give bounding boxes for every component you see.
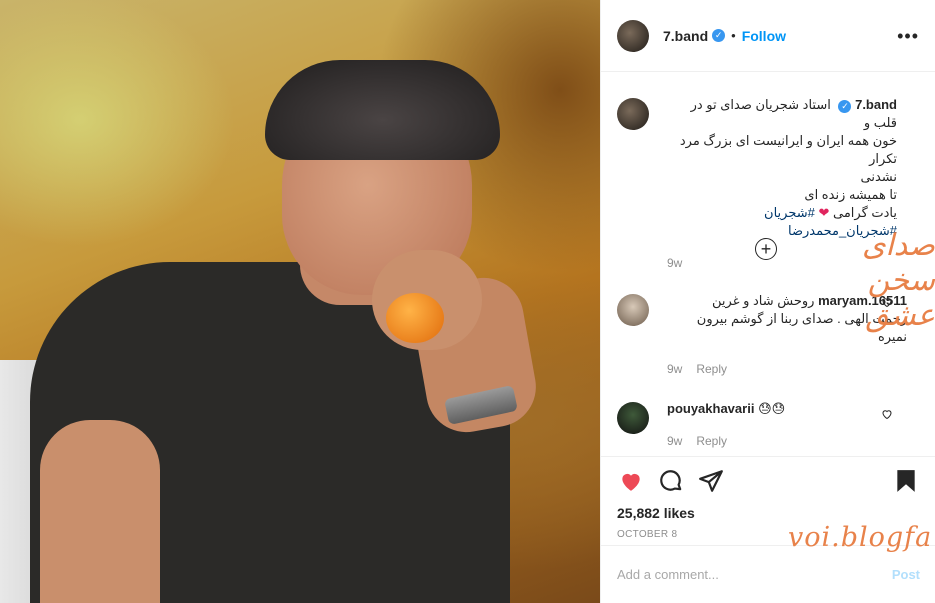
person-hair <box>265 60 500 160</box>
orange-fruit <box>386 293 444 343</box>
post-button[interactable]: Post <box>892 567 920 582</box>
post-header: 7.band ✓ • Follow ••• <box>601 0 935 72</box>
post-photo[interactable] <box>0 0 600 603</box>
separator-dot: • <box>731 28 736 43</box>
reply-button[interactable]: Reply <box>696 360 727 378</box>
commenter-avatar[interactable] <box>617 294 649 326</box>
verified-badge-icon: ✓ <box>838 99 852 113</box>
caption-line-4: تا همیشه زنده ای <box>804 187 897 202</box>
likes-count[interactable]: 25,882 likes <box>617 505 920 521</box>
caption-line-3: نشدنی <box>860 169 898 184</box>
more-options-icon[interactable]: ••• <box>897 27 919 45</box>
comment-input[interactable] <box>617 567 892 582</box>
bookmark-icon[interactable] <box>892 467 920 495</box>
add-circle-icon[interactable]: + <box>755 238 777 260</box>
caption-line-5: یادت گرامی <box>833 205 897 220</box>
header-username[interactable]: 7.band <box>663 28 708 44</box>
caption-username[interactable]: 7.band <box>855 97 897 112</box>
comment-text: 😓😓 <box>758 401 786 416</box>
comment-timestamp: 9w <box>667 362 683 376</box>
avatar[interactable] <box>617 19 649 52</box>
person-left-arm <box>40 420 160 603</box>
calligraphy-overlay: صدای سخن عشق <box>861 228 935 333</box>
caption-avatar[interactable] <box>617 98 649 130</box>
commenter-avatar[interactable] <box>617 402 649 434</box>
caption-line-2: خون همه ایران و ایرانیست ای بزرگ مرد تکر… <box>679 133 897 166</box>
reply-button[interactable]: Reply <box>696 432 727 450</box>
comment-username[interactable]: pouyakhavarii <box>667 401 754 416</box>
comment-timestamp: 9w <box>667 434 683 448</box>
watermark-text: voi.blogfa <box>788 522 933 553</box>
heart-icon[interactable] <box>617 467 645 495</box>
share-icon[interactable] <box>697 467 725 495</box>
follow-button[interactable]: Follow <box>742 28 786 44</box>
caption-timestamp: 9w <box>667 256 683 270</box>
comment-item: pouyakhavarii 😓😓 9w Reply <box>601 400 923 450</box>
verified-badge-icon: ✓ <box>712 29 726 42</box>
comment-icon[interactable] <box>657 467 685 495</box>
comment-like-heart-icon[interactable] <box>881 408 893 420</box>
comment-composer: Post <box>601 545 935 603</box>
red-heart-icon: ❤ <box>818 205 830 220</box>
